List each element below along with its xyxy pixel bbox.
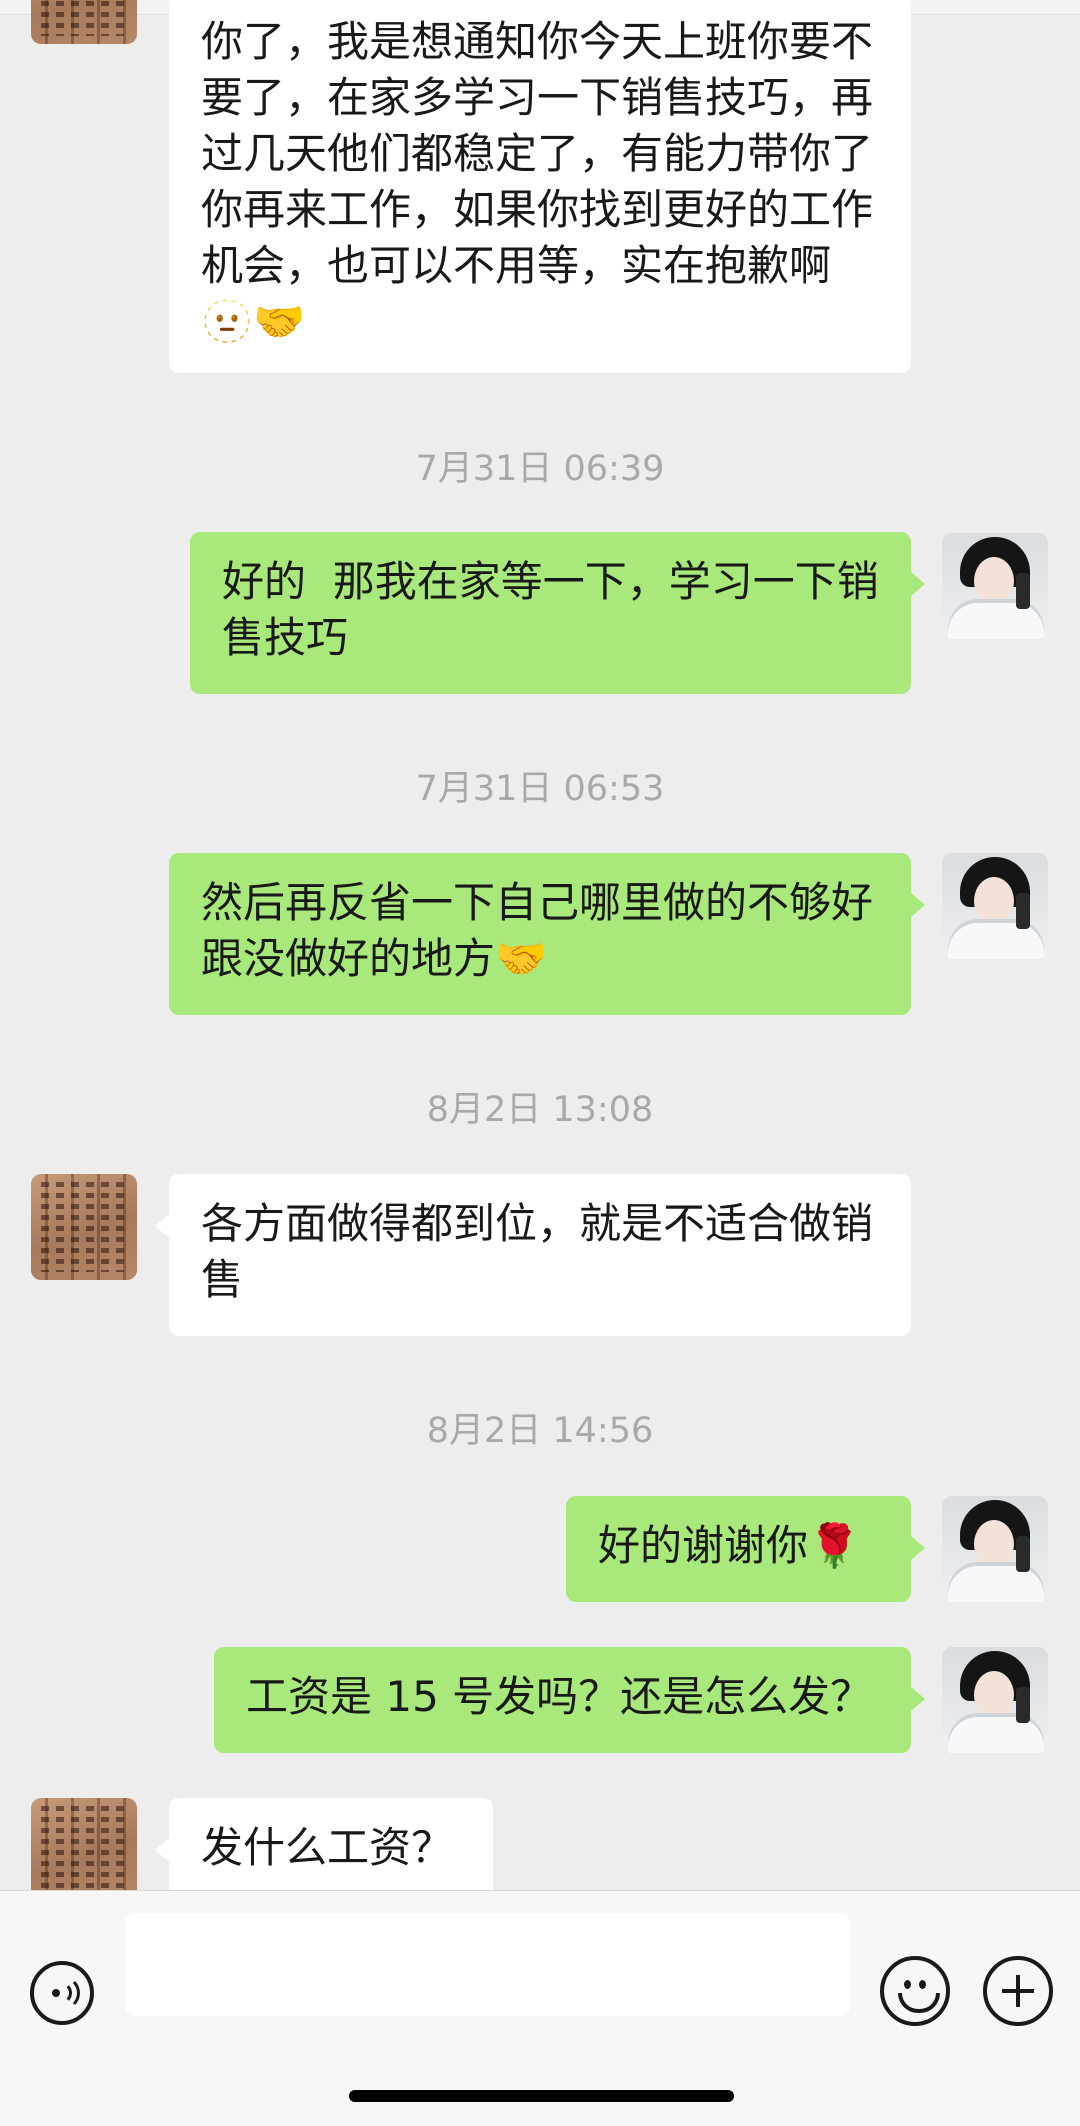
my-avatar[interactable] — [942, 533, 1048, 639]
message-bubble-received[interactable]: 发什么工资？ — [155, 1798, 493, 1890]
timestamp: 7月31日 06:39 — [415, 449, 665, 489]
message-input[interactable] — [125, 1913, 850, 2016]
message-bubble-sent[interactable]: 好的 那我在家等一下，学习一下销售技巧 — [190, 532, 925, 694]
message-bubble-sent[interactable]: 好的谢谢你🌹 — [566, 1496, 925, 1602]
contact-avatar[interactable] — [31, 1798, 137, 1890]
message-bubble-sent[interactable]: 工资是 15 号发吗？还是怎么发？ — [214, 1647, 925, 1753]
timestamp: 8月2日 14:56 — [426, 1411, 654, 1451]
plus-icon[interactable] — [983, 1956, 1053, 2026]
timestamp: 7月31日 06:53 — [415, 769, 665, 809]
home-indicator — [349, 2090, 734, 2102]
my-avatar[interactable] — [942, 853, 1048, 959]
voice-icon[interactable] — [30, 1961, 94, 2025]
contact-avatar[interactable] — [31, 1174, 137, 1280]
emoji-icon[interactable] — [880, 1956, 950, 2026]
message-bubble-received[interactable]: 你了，我是想通知你今天上班你要不要了，在家多学习一下销售技巧，再过几天他们都稳定… — [169, 0, 911, 373]
chat-area[interactable]: 你了，我是想通知你今天上班你要不要了，在家多学习一下销售技巧，再过几天他们都稳定… — [0, 0, 1080, 1890]
timestamp: 8月2日 13:08 — [426, 1090, 654, 1130]
message-bubble-sent[interactable]: 然后再反省一下自己哪里做的不够好跟没做好的地方🤝 — [169, 853, 925, 1015]
my-avatar[interactable] — [942, 1496, 1048, 1602]
my-avatar[interactable] — [942, 1647, 1048, 1753]
contact-avatar[interactable] — [31, 0, 137, 44]
message-bubble-received[interactable]: 各方面做得都到位，就是不适合做销售 — [155, 1174, 911, 1336]
